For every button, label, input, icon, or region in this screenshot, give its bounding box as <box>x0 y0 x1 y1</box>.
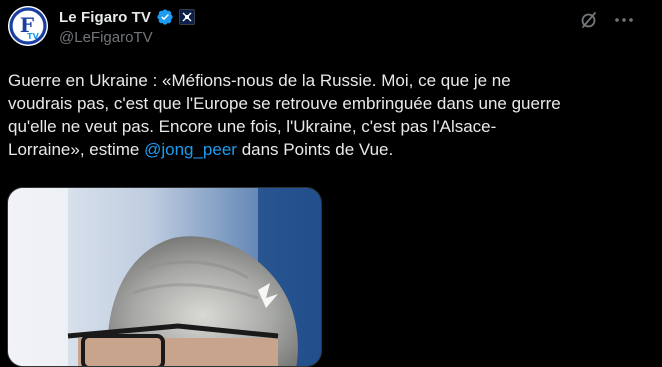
more-dots-icon <box>615 18 633 22</box>
tweet-text-line: Lorraine», estime @jong_peer dans Points… <box>8 138 658 161</box>
handle[interactable]: @LeFigaroTV <box>59 29 153 46</box>
affiliate-badge-icon[interactable] <box>179 9 196 25</box>
le-figaro-tv-logo: F TV <box>8 6 48 46</box>
svg-text:TV: TV <box>27 32 39 41</box>
avatar[interactable]: F TV <box>8 6 48 46</box>
tweet-text-segment: dans Points de Vue. <box>236 140 394 159</box>
grok-button[interactable] <box>578 9 600 31</box>
mention-link[interactable]: @jong_peer <box>144 140 237 159</box>
more-button[interactable] <box>612 9 636 31</box>
grok-icon <box>581 12 596 28</box>
display-name[interactable]: Le Figaro TV <box>59 9 151 26</box>
tweet-text-line: qu'elle ne veut pas. Encore une fois, l'… <box>8 117 497 136</box>
tweet-text: Guerre en Ukraine : «Méfions-nous de la … <box>8 69 658 161</box>
tweet-text-segment: Lorraine», estime <box>8 140 145 159</box>
tweet-card[interactable]: F TV Le Figaro TV @LeFigaroTV Guerre en … <box>0 0 662 367</box>
name-row: Le Figaro TV <box>59 7 196 27</box>
tweet-text-line: voudrais pas, c'est que l'Europe se retr… <box>8 94 561 113</box>
video-thumbnail[interactable] <box>7 187 322 367</box>
verified-badge-icon <box>157 9 173 25</box>
tweet-text-line: Guerre en Ukraine : «Méfions-nous de la … <box>8 71 511 90</box>
video-frame <box>8 188 321 366</box>
